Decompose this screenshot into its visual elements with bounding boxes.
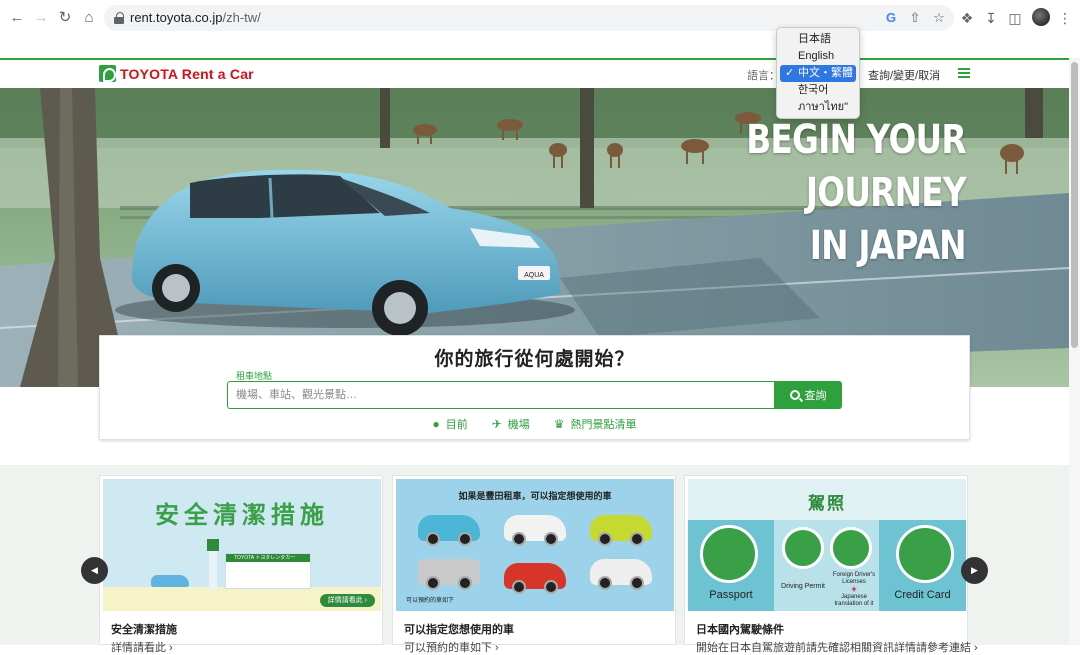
map-pin-icon: ● [432, 417, 440, 431]
location-search-input[interactable] [227, 381, 775, 409]
search-button-label: 查詢 [804, 390, 827, 402]
banner-image-heading: 駕照 [808, 494, 846, 513]
download-icon[interactable]: ↧ [982, 9, 1000, 27]
credit-card-icon [896, 525, 954, 583]
car-white [504, 515, 566, 546]
language-option-english[interactable]: English [780, 48, 856, 65]
banner-image: 安全清潔措施 TOYOTA トヨタレンタカー 詳情請看此 › [103, 479, 381, 611]
hero-heading: BEGIN YOUR JOURNEY IN JAPAN [746, 114, 966, 273]
car-van [418, 559, 480, 590]
google-lens-icon[interactable]: G [882, 9, 900, 27]
banner-image-title: 安全清潔措施 [155, 502, 329, 529]
toyota-rent-a-car-logo[interactable]: TOYOTA Rent a Car [99, 65, 254, 82]
language-dropdown[interactable]: 日本語 English ✓ 中文・繁體 한국어 ภาษาไทย" [776, 27, 860, 119]
search-title: 你的旅行從何處開始？ [434, 349, 635, 370]
passport-icon [700, 525, 758, 583]
extensions-icon[interactable]: ❖ [958, 9, 976, 27]
search-card: 你的旅行從何處開始？ 租車地點 查詢 ● 目前 ✈ 機場 ♛ 熱門景點清單 [99, 335, 970, 440]
sign-pole-logo [207, 539, 219, 551]
banner-card-cleaning[interactable]: 安全清潔措施 TOYOTA トヨタレンタカー 詳情請看此 › 安全清潔措施 詳情… [99, 475, 383, 654]
banner-subtitle[interactable]: 詳情請看此 › [111, 639, 173, 655]
bookmark-star-icon[interactable]: ☆ [930, 9, 948, 27]
reservation-manage-link[interactable]: 查詢/變更/取消 [868, 67, 940, 83]
quick-link-current-location[interactable]: ● 目前 [432, 416, 467, 432]
banner-subtitle[interactable]: 可以預約的車如下 › [404, 639, 499, 655]
foreign-license-icon [830, 527, 872, 569]
plus-sign: + [851, 584, 857, 594]
shop-sign-text: TOYOTA トヨタレンタカー [234, 555, 296, 561]
page-scrollbar[interactable] [1069, 58, 1080, 645]
logo-text: TOYOTA Rent a Car [120, 65, 254, 82]
checkmark-icon: ✓ [785, 67, 795, 79]
carousel-next-button[interactable]: ▶ [961, 557, 988, 584]
driving-permit-icon [782, 527, 824, 569]
banner-title[interactable]: 日本國內駕駛條件 [696, 621, 784, 637]
credit-card-label: Credit Card [894, 589, 951, 601]
hero-heading-line3: IN JAPAN [810, 223, 967, 269]
lock-icon[interactable] [114, 12, 124, 24]
carousel-prev-button[interactable]: ◀ [81, 557, 108, 584]
banner-title[interactable]: 安全清潔措施 [111, 621, 177, 637]
banner-subtitle[interactable]: 開始在日本自駕旅遊前請先確認相關資訊詳情請參考連結 › [696, 639, 978, 655]
banner-image: 駕照 Passport Driving Permit Foreign Drive… [688, 479, 966, 611]
banner-image-button: 詳情請看此 › [319, 594, 375, 607]
site-header: TOYOTA Rent a Car 語言： 查詢/變更/取消 [0, 58, 1069, 88]
permit-label: Driving Permit [781, 583, 825, 590]
profile-avatar[interactable] [1032, 8, 1050, 26]
hamburger-menu-icon[interactable] [958, 68, 970, 78]
banner-image: 如果是豐田租車，可以指定想使用的車 可以預約的車如下 [396, 479, 674, 611]
logo-mark-icon [99, 65, 116, 82]
translation-label: Japanese translation of it [834, 594, 874, 607]
forward-icon[interactable]: → [32, 9, 50, 27]
language-option-japanese[interactable]: 日本語 [780, 31, 856, 48]
shop-sign: TOYOTA トヨタレンタカー [226, 554, 310, 562]
hero-heading-line1: BEGIN YOUR [746, 117, 966, 163]
search-icon [789, 390, 800, 400]
scrollbar-thumb[interactable] [1071, 62, 1078, 348]
share-icon[interactable]: ⇧ [906, 9, 924, 27]
hero-heading-line2: JOURNEY [806, 170, 967, 216]
airplane-icon: ✈ [491, 417, 502, 431]
reload-icon[interactable]: ↻ [56, 9, 74, 27]
more-menu-icon[interactable]: ⋮ [1056, 9, 1074, 27]
banner-card-license[interactable]: 駕照 Passport Driving Permit Foreign Drive… [684, 475, 978, 654]
quick-links: ● 目前 ✈ 機場 ♛ 熱門景點清單 [100, 416, 969, 432]
banner-image-heading: 如果是豐田租車，可以指定想使用的車 [458, 491, 612, 501]
language-option-korean[interactable]: 한국어 [780, 82, 856, 99]
car-illustration [151, 575, 189, 587]
rental-shop-illustration: TOYOTA トヨタレンタカー [225, 553, 311, 589]
language-option-traditional-chinese[interactable]: ✓ 中文・繁體 [780, 65, 856, 82]
back-icon[interactable]: ← [8, 9, 26, 27]
url-text[interactable]: rent.toyota.co.jp/zh-tw/ [130, 10, 261, 25]
banner-title[interactable]: 可以指定您想使用的車 [404, 621, 514, 637]
crown-icon: ♛ [553, 417, 565, 431]
quick-link-airport[interactable]: ✈ 機場 [492, 416, 530, 432]
side-panel-icon[interactable]: ◫ [1006, 9, 1024, 27]
home-icon[interactable]: ⌂ [80, 9, 98, 27]
passport-label: Passport [709, 589, 753, 601]
banner-card-choose-car[interactable]: 如果是豐田租車，可以指定想使用的車 可以預約的車如下 可以指定您想使用的車 可以… [392, 475, 676, 654]
car-lime [590, 515, 652, 546]
quick-link-label: 機場 [507, 419, 530, 431]
language-option-label: 中文・繁體 [798, 67, 853, 79]
quick-link-label: 熱門景點清單 [570, 419, 637, 431]
car-blue [418, 515, 480, 546]
language-option-thai[interactable]: ภาษาไทย" [780, 99, 856, 116]
search-button[interactable]: 查詢 [774, 381, 842, 409]
browser-toolbar: ← → ↻ ⌂ rent.toyota.co.jp/zh-tw/ G ⇧ ☆ ❖… [0, 0, 1080, 36]
car-suv [590, 559, 652, 590]
car-plate: AQUA [524, 272, 544, 279]
quick-link-popular-spots[interactable]: ♛ 熱門景點清單 [554, 416, 637, 432]
banner-image-footer: 可以預約的車如下 [406, 598, 455, 604]
car-red [504, 563, 566, 594]
quick-link-label: 目前 [445, 419, 468, 431]
